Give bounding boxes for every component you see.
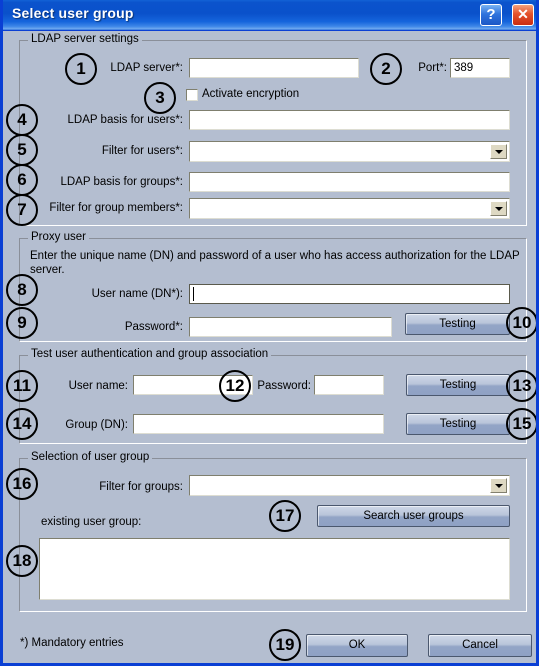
label-existing-user-group: existing user group:	[41, 516, 142, 528]
group-dn-testing-button[interactable]: Testing	[406, 413, 510, 435]
search-user-groups-button[interactable]: Search user groups	[317, 505, 510, 527]
close-icon[interactable]: ✕	[512, 4, 534, 26]
test-password-input[interactable]	[314, 375, 384, 395]
filter-groups-combobox[interactable]	[189, 475, 510, 496]
callout-11: 11	[6, 370, 38, 402]
chevron-down-icon[interactable]	[490, 201, 507, 216]
callout-17: 17	[269, 500, 301, 532]
group-title-selection-of-user-group: Selection of user group	[28, 451, 153, 463]
callout-13: 13	[506, 370, 536, 402]
callout-5: 5	[6, 134, 38, 166]
callout-2: 2	[370, 53, 402, 85]
group-title-proxy-user: Proxy user	[28, 231, 89, 243]
proxy-password-input[interactable]	[189, 317, 392, 337]
label-group-dn: Group (DN):	[65, 419, 128, 431]
label-ldap-basis-users: LDAP basis for users*:	[67, 114, 183, 126]
group-title-test-user-authentication: Test user authentication and group assoc…	[28, 348, 272, 360]
callout-15: 15	[506, 408, 536, 440]
proxy-user-description-line1: Enter the unique name (DN) and password …	[30, 250, 520, 262]
label-proxy-password: Password*:	[124, 321, 183, 333]
group-dn-input[interactable]	[133, 414, 384, 434]
callout-10: 10	[506, 307, 536, 339]
ldap-basis-groups-input[interactable]	[189, 172, 510, 192]
callout-3: 3	[144, 82, 176, 114]
label-filter-groups: Filter for groups:	[99, 481, 183, 493]
ldap-basis-users-input[interactable]	[189, 110, 510, 130]
callout-6: 6	[6, 164, 38, 196]
label-ldap-basis-groups: LDAP basis for groups*:	[60, 176, 183, 188]
label-activate-encryption: Activate encryption	[202, 88, 300, 100]
ldap-server-input[interactable]	[189, 58, 359, 78]
callout-1: 1	[65, 53, 97, 85]
chevron-down-icon[interactable]	[490, 144, 507, 159]
chevron-down-icon[interactable]	[490, 478, 507, 493]
callout-19: 19	[269, 629, 301, 661]
text-caret	[193, 287, 194, 301]
label-filter-users: Filter for users*:	[101, 145, 183, 157]
cancel-button[interactable]: Cancel	[428, 634, 532, 657]
filter-group-members-combobox[interactable]	[189, 198, 510, 219]
select-user-group-dialog: Select user group ? ✕ LDAP server settin…	[0, 0, 539, 666]
callout-14: 14	[6, 408, 38, 440]
callout-8: 8	[6, 274, 38, 306]
test-auth-testing-button[interactable]: Testing	[406, 374, 510, 396]
mandatory-entries-note: *) Mandatory entries	[20, 637, 124, 649]
ok-button[interactable]: OK	[306, 634, 408, 657]
callout-18: 18	[6, 545, 38, 577]
help-icon[interactable]: ?	[480, 4, 502, 26]
title-bar[interactable]: Select user group ? ✕	[3, 0, 536, 31]
label-test-user-name: User name:	[68, 380, 128, 392]
callout-4: 4	[6, 104, 38, 136]
callout-9: 9	[6, 307, 38, 339]
callout-12: 12	[219, 370, 251, 402]
callout-16: 16	[6, 468, 38, 500]
proxy-user-description-line2: server.	[30, 264, 65, 276]
label-test-password: Password:	[257, 380, 311, 392]
proxy-testing-button[interactable]: Testing	[405, 313, 510, 335]
callout-7: 7	[6, 194, 38, 226]
port-input[interactable]	[450, 58, 510, 78]
existing-user-group-listbox[interactable]	[39, 538, 510, 600]
window-title: Select user group	[12, 5, 134, 21]
label-user-name-dn: User name (DN*):	[91, 288, 183, 300]
filter-users-combobox[interactable]	[189, 141, 510, 162]
label-filter-group-members: Filter for group members*:	[49, 202, 183, 214]
activate-encryption-checkbox[interactable]	[186, 89, 198, 101]
label-port: Port*:	[418, 62, 447, 74]
proxy-user-name-dn-input[interactable]	[189, 284, 510, 304]
group-title-ldap-server-settings: LDAP server settings	[28, 33, 142, 45]
